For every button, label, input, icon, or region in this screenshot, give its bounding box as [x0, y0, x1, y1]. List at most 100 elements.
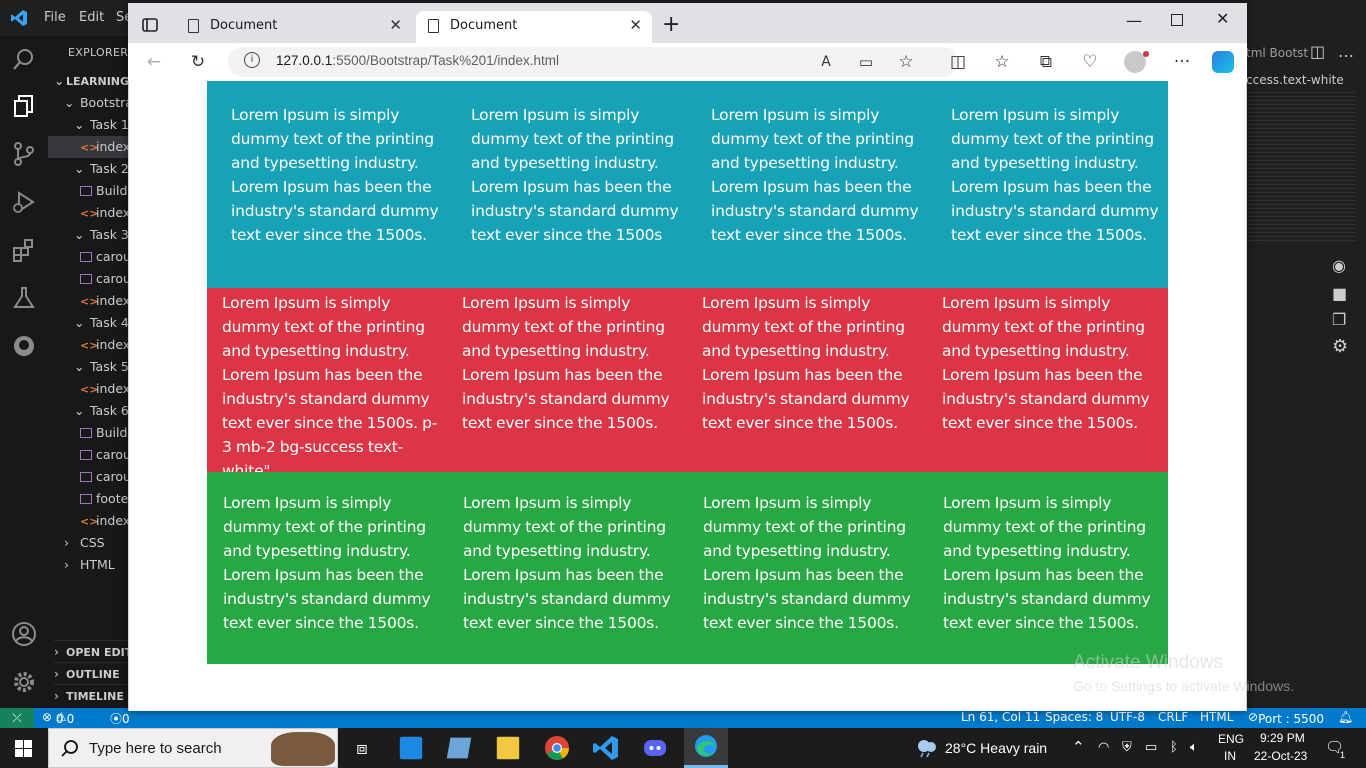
back-arrow-icon[interactable]: ← [142, 50, 166, 74]
end-of-line[interactable]: CRLF [1158, 710, 1188, 724]
browser-tab-active[interactable]: Document ✕ [416, 11, 652, 43]
site-info-icon[interactable]: i [244, 52, 260, 68]
remote-icon[interactable]: ⤫ [0, 708, 34, 728]
tree-folder[interactable]: ⌄ Task 2 [74, 158, 129, 180]
clock-date[interactable]: 22-Oct-23 [1254, 749, 1307, 763]
settings-gear-icon[interactable]: ⚙ [1332, 336, 1348, 357]
tree-file[interactable]: <>index [80, 510, 130, 532]
copilot-icon[interactable] [1212, 51, 1234, 73]
tree-file[interactable]: Build [80, 422, 127, 444]
search-icon[interactable] [10, 46, 38, 74]
tree-file[interactable]: carou [80, 268, 130, 290]
problems-indicator[interactable]: ⊗ 0 ⚠ 0 [42, 710, 74, 726]
browser-tab[interactable]: Document ✕ [176, 11, 412, 43]
edge-taskbar-active[interactable] [684, 728, 728, 768]
clock-time[interactable]: 9:29 PM [1260, 731, 1305, 745]
tree-folder-collapsed[interactable]: › HTML [64, 554, 115, 576]
accounts-icon[interactable] [10, 620, 38, 648]
battery-icon[interactable]: ▭ [1145, 739, 1157, 755]
split-editor-icon[interactable]: ◫ [1310, 42, 1325, 61]
extensions-icon[interactable] [10, 236, 38, 264]
tree-folder-collapsed[interactable]: › CSS [64, 532, 105, 554]
minimap[interactable] [1246, 92, 1356, 242]
tree-folder[interactable]: ⌄ Task 5 [74, 356, 129, 378]
tree-file[interactable]: <>index [80, 290, 130, 312]
tab-actions-icon[interactable] [142, 17, 158, 33]
weather-rain-icon[interactable] [914, 738, 940, 758]
new-tab-icon[interactable]: + [662, 12, 680, 37]
camera-icon[interactable]: ◉ [1332, 256, 1346, 275]
cursor-position[interactable]: Ln 61, Col 11 [961, 710, 1040, 724]
encoding[interactable]: UTF-8 [1110, 710, 1145, 724]
run-debug-icon[interactable] [10, 188, 38, 216]
wifi-icon[interactable]: ◠ [1098, 739, 1109, 755]
microsoft-store-icon[interactable] [399, 736, 423, 760]
panel-timeline[interactable]: › TIMELINE [54, 684, 130, 706]
favorites-icon[interactable]: ☆ [990, 50, 1014, 74]
tree-file[interactable]: foote [80, 488, 128, 510]
testing-icon[interactable] [10, 284, 38, 312]
show-hidden-icons[interactable]: ⌃ [1072, 738, 1085, 756]
split-screen-icon[interactable]: ◫ [946, 50, 970, 74]
minimize-icon[interactable]: — [1126, 11, 1142, 30]
explorer-icon[interactable] [10, 92, 38, 120]
tree-file[interactable]: <>index [80, 334, 130, 356]
tree-folder[interactable]: ⌄ Task 3 [74, 224, 129, 246]
ports-indicator[interactable]: ⦿ 0 [110, 710, 130, 727]
windows-start-icon[interactable] [15, 740, 32, 757]
menu-file[interactable]: File [44, 10, 66, 25]
task-view-icon[interactable]: ⧈ [346, 732, 378, 764]
tree-root-learning[interactable]: ⌄ LEARNING [54, 70, 129, 92]
browser-essentials-icon[interactable]: ♡ [1078, 50, 1102, 74]
taskbar-search[interactable]: Type here to search [48, 728, 338, 768]
address-bar[interactable]: i 127.0.0.1:5500/Bootstrap/Task%201/inde… [228, 47, 958, 77]
chrome-icon[interactable] [541, 732, 573, 764]
bluetooth-icon[interactable]: ᛒ [1170, 739, 1178, 754]
security-icon[interactable]: ⛨ [1122, 739, 1132, 755]
volume-icon[interactable]: 🔈︎ [1190, 739, 1198, 755]
tree-file-selected[interactable]: <>index [48, 136, 130, 158]
close-window-icon[interactable]: ✕ [1216, 9, 1229, 28]
url-text[interactable]: 127.0.0.1:5500/Bootstrap/Task%201/index.… [276, 53, 559, 68]
github-icon[interactable] [10, 332, 38, 360]
tree-file[interactable]: Build [80, 180, 127, 202]
discord-icon[interactable] [639, 732, 671, 764]
panel-outline[interactable]: › OUTLINE [54, 662, 130, 684]
menu-edit[interactable]: Edit [79, 10, 104, 25]
tree-file[interactable]: <>index [80, 202, 130, 224]
indentation[interactable]: Spaces: 8 [1045, 710, 1103, 724]
file-explorer-icon[interactable] [496, 736, 520, 760]
read-aloud-icon[interactable]: A︎ [814, 50, 838, 74]
tree-folder[interactable]: ⌄ Task 6 [74, 400, 129, 422]
notifications-bell-icon[interactable]: 🔔︎ [1338, 710, 1353, 724]
editor-tab-label[interactable]: tml Bootst [1246, 46, 1308, 60]
tree-file[interactable]: carou [80, 444, 130, 466]
panel-open-editors[interactable]: ›OPEN EDITO [54, 640, 130, 662]
tree-folder[interactable]: ⌄ Task 1 [74, 114, 129, 136]
maximize-icon[interactable] [1171, 14, 1183, 26]
live-server-port[interactable]: ⊘ Port : 5500 [1248, 710, 1324, 726]
vscode-taskbar-icon[interactable] [590, 732, 622, 764]
manage-gear-icon[interactable] [10, 668, 38, 696]
more-actions-icon[interactable]: … [1338, 42, 1354, 61]
notepad-app-icon[interactable] [446, 737, 472, 759]
close-tab-icon[interactable]: ✕ [389, 16, 402, 34]
editor-breadcrumb[interactable]: ccess.text-white [1246, 73, 1344, 87]
collections-icon[interactable]: ⧉ [1034, 50, 1058, 74]
video-icon[interactable]: ■ [1332, 284, 1347, 303]
tree-file[interactable]: carou [80, 466, 130, 488]
copy-icon[interactable]: ❐ [1332, 310, 1346, 329]
tree-folder[interactable]: ⌄ Bootstra [64, 92, 130, 114]
favorite-star-icon[interactable]: ☆ [894, 50, 918, 74]
close-tab-icon[interactable]: ✕ [629, 16, 642, 34]
tree-folder[interactable]: ⌄ Task 4 [74, 312, 129, 334]
weather-text[interactable]: 28°C Heavy rain [945, 740, 1047, 756]
source-control-icon[interactable] [10, 140, 38, 168]
immersive-reader-icon[interactable]: ▭ [854, 50, 878, 74]
settings-more-icon[interactable]: ··· [1170, 50, 1194, 74]
tree-file[interactable]: carou [80, 246, 130, 268]
tree-file[interactable]: <>index [80, 378, 130, 400]
input-language[interactable]: ENG [1218, 732, 1244, 746]
refresh-icon[interactable]: ↻ [186, 50, 210, 74]
language-mode[interactable]: HTML [1200, 710, 1233, 724]
